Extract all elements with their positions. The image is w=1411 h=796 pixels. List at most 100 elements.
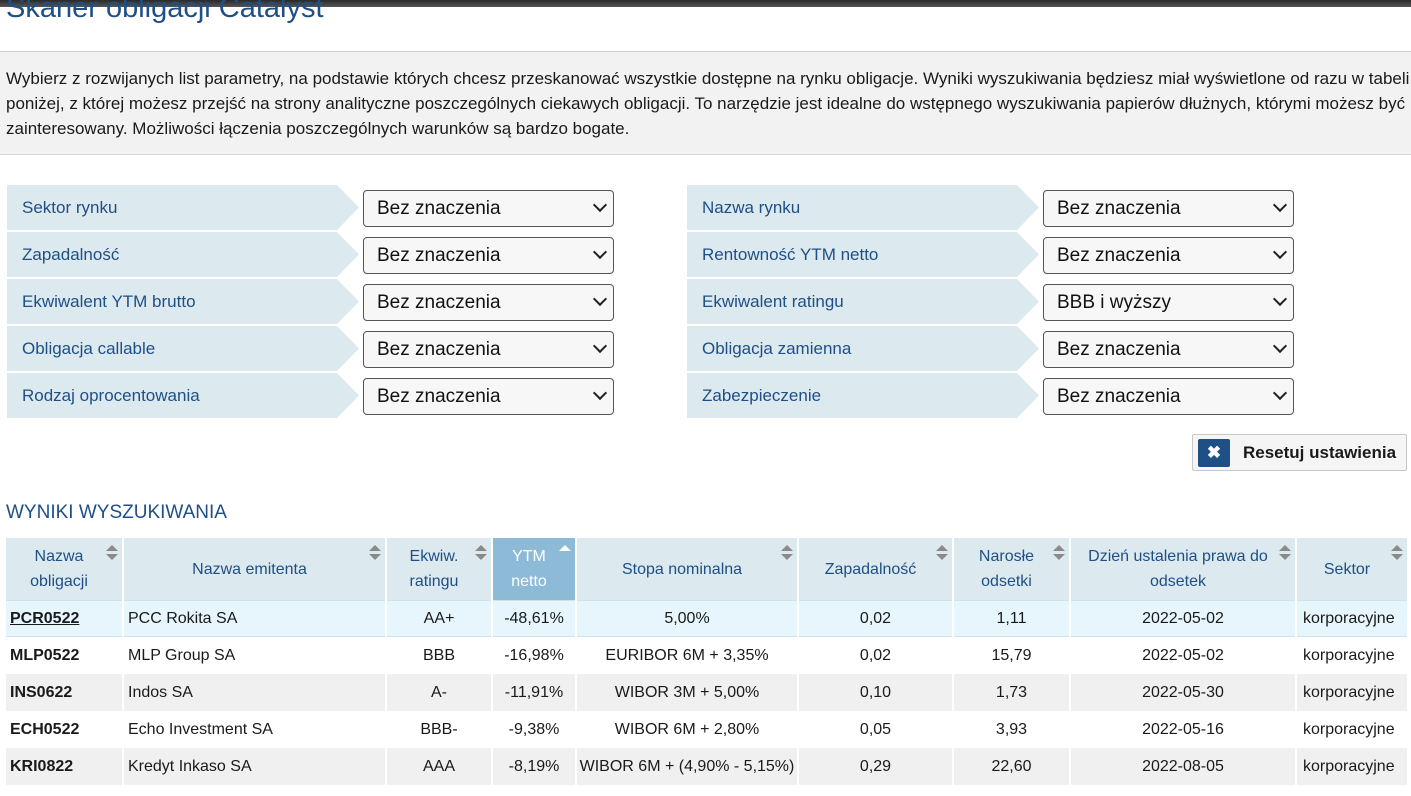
column-header-ytm-netto[interactable]: YTM netto (493, 538, 575, 600)
cell-stopa: WIBOR 6M + 2,80% (614, 720, 760, 738)
chevron-down-icon (592, 244, 608, 260)
cell-zapadalnosc: 0,29 (799, 748, 952, 785)
cell-emitent: PCC Rokita SA (124, 600, 385, 637)
header-label: Stopa nominalna (621, 560, 743, 578)
cell-emitent: Indos SA (124, 674, 385, 711)
select-value: Bez znaczenia (377, 339, 501, 360)
sort-icon (1279, 545, 1291, 563)
bond-code-link[interactable]: INS0622 (6, 674, 122, 711)
chevron-down-icon (592, 385, 608, 401)
select-rodzaj-oprocentowania[interactable]: Bez znaczenia (363, 378, 614, 415)
cell-rating: BBB- (420, 720, 458, 738)
select-obligacja-zamienna[interactable]: Bez znaczenia (1043, 331, 1294, 368)
cell-zapadalnosc: 0,02 (799, 600, 952, 637)
select-value: Bez znaczenia (1057, 386, 1181, 407)
cell-stopa: WIBOR 6M + (4,90% - 5,15%) (577, 748, 797, 785)
cell-ytm: -48,61% (493, 600, 575, 637)
select-value: Bez znaczenia (377, 386, 501, 407)
column-header-dzien-ustalenia[interactable]: Dzień ustalenia prawa do odsetek (1071, 538, 1295, 600)
cell-ytm: -16,98% (504, 646, 564, 664)
cell-sektor: korporacyjne (1303, 720, 1395, 738)
sort-icon (781, 545, 793, 563)
chevron-down-icon (1272, 197, 1288, 213)
intro-box: Wybierz z rozwijanych list parametry, na… (0, 52, 1411, 155)
cell-dzien: 2022-05-02 (1071, 600, 1295, 637)
filter-label: Obligacja callable (7, 326, 359, 371)
bond-code[interactable]: ECH0522 (10, 721, 79, 738)
column-header-nazwa-obligacji[interactable]: Nazwa obligacji (6, 538, 122, 600)
table-row[interactable]: KRI0822 Kredyt Inkaso SA AAA -8,19% WIBO… (6, 748, 1407, 785)
filter-label: Ekwiwalent YTM brutto (7, 279, 359, 324)
column-header-sektor[interactable]: Sektor (1297, 538, 1407, 600)
reset-button-label: Resetuj ustawienia (1243, 443, 1397, 462)
cell-rating: AAA (387, 748, 491, 785)
header-label: YTM netto (511, 548, 547, 590)
select-ekwiwalent-ratingu[interactable]: BBB i wyższy (1043, 284, 1294, 321)
select-value: Bez znaczenia (1057, 245, 1181, 266)
column-header-ekwiw-ratingu[interactable]: Ekwiw. ratingu (387, 538, 491, 600)
column-header-narosle-odsetki[interactable]: Narosłe odsetki (954, 538, 1069, 600)
select-value: BBB i wyższy (1057, 292, 1172, 313)
chevron-down-icon (592, 338, 608, 354)
chevron-down-icon (1272, 291, 1288, 307)
sort-icon (475, 545, 487, 563)
select-zapadalnosc[interactable]: Bez znaczenia (363, 237, 614, 274)
table-row[interactable]: PCR0522 PCC Rokita SA AA+ -48,61% 5,00% … (6, 600, 1407, 637)
filter-label: Obligacja zamienna (687, 326, 1039, 371)
cell-ytm: -11,91% (493, 674, 575, 711)
bond-code-link[interactable]: PCR0522 (6, 600, 122, 637)
cell-ytm: -8,19% (493, 748, 575, 785)
bond-code[interactable]: INS0622 (10, 684, 72, 701)
chevron-down-icon (592, 291, 608, 307)
cell-odsetki: 1,73 (954, 674, 1069, 711)
cell-dzien: 2022-08-05 (1071, 748, 1295, 785)
bond-code-link[interactable]: ECH0522 (6, 711, 122, 748)
sort-icon (369, 545, 381, 563)
cell-sektor: korporacyjne (1297, 600, 1407, 637)
cell-zapadalnosc: 0,10 (799, 674, 952, 711)
select-value: Bez znaczenia (377, 245, 501, 266)
cell-stopa: WIBOR 3M + 5,00% (577, 674, 797, 711)
filter-label: Zabezpieczenie (687, 373, 1039, 418)
cell-odsetki: 3,93 (995, 720, 1028, 738)
cell-dzien: 2022-05-02 (1142, 646, 1224, 664)
bond-code[interactable]: MLP0522 (10, 647, 79, 664)
filter-label: Ekwiwalent ratingu (687, 279, 1039, 324)
bond-code-link[interactable]: MLP0522 (6, 637, 122, 674)
filter-label: Zapadalność (7, 232, 359, 277)
cell-stopa: 5,00% (577, 600, 797, 637)
select-sektor-rynku[interactable]: Bez znaczenia (363, 190, 614, 227)
column-header-stopa-nominalna[interactable]: Stopa nominalna (577, 538, 797, 600)
column-header-zapadalnosc[interactable]: Zapadalność (799, 538, 952, 600)
bond-code-link[interactable]: KRI0822 (6, 748, 122, 785)
select-zabezpieczenie[interactable]: Bez znaczenia (1043, 378, 1294, 415)
chevron-down-icon (1272, 244, 1288, 260)
column-header-nazwa-emitenta[interactable]: Nazwa emitenta (124, 538, 385, 600)
sort-icon (1053, 545, 1065, 563)
header-label: Nazwa emitenta (192, 560, 307, 578)
select-nazwa-rynku[interactable]: Bez znaczenia (1043, 190, 1294, 227)
header-label: Zapadalność (824, 560, 917, 578)
header-label: Sektor (1323, 560, 1371, 578)
select-value: Bez znaczenia (1057, 198, 1181, 219)
chevron-down-icon (1272, 338, 1288, 354)
cell-rating: BBB (422, 646, 455, 664)
bond-code[interactable]: PCR0522 (10, 610, 79, 627)
cell-odsetki: 22,60 (954, 748, 1069, 785)
select-rentownosc-ytm-netto[interactable]: Bez znaczenia (1043, 237, 1294, 274)
bond-code[interactable]: KRI0822 (10, 758, 73, 775)
filter-label: Rentowność YTM netto (687, 232, 1039, 277)
close-icon: ✖ (1198, 439, 1230, 467)
filter-label: Rodzaj oprocentowania (7, 373, 359, 418)
reset-settings-button[interactable]: ✖ Resetuj ustawienia (1192, 434, 1407, 471)
table-row[interactable]: MLP0522 MLP Group SA BBB -16,98% EURIBOR… (6, 637, 1407, 674)
table-row[interactable]: ECH0522 Echo Investment SA BBB- -9,38% W… (6, 711, 1407, 748)
select-ekwiwalent-ytm-brutto[interactable]: Bez znaczenia (363, 284, 614, 321)
chevron-down-icon (1272, 385, 1288, 401)
header-label: Nazwa obligacji (30, 548, 88, 590)
cell-rating: AA+ (387, 600, 491, 637)
select-obligacja-callable[interactable]: Bez znaczenia (363, 331, 614, 368)
table-row[interactable]: INS0622 Indos SA A- -11,91% WIBOR 3M + 5… (6, 674, 1407, 711)
cell-dzien: 2022-05-16 (1142, 720, 1224, 738)
cell-stopa: EURIBOR 6M + 3,35% (605, 646, 769, 664)
